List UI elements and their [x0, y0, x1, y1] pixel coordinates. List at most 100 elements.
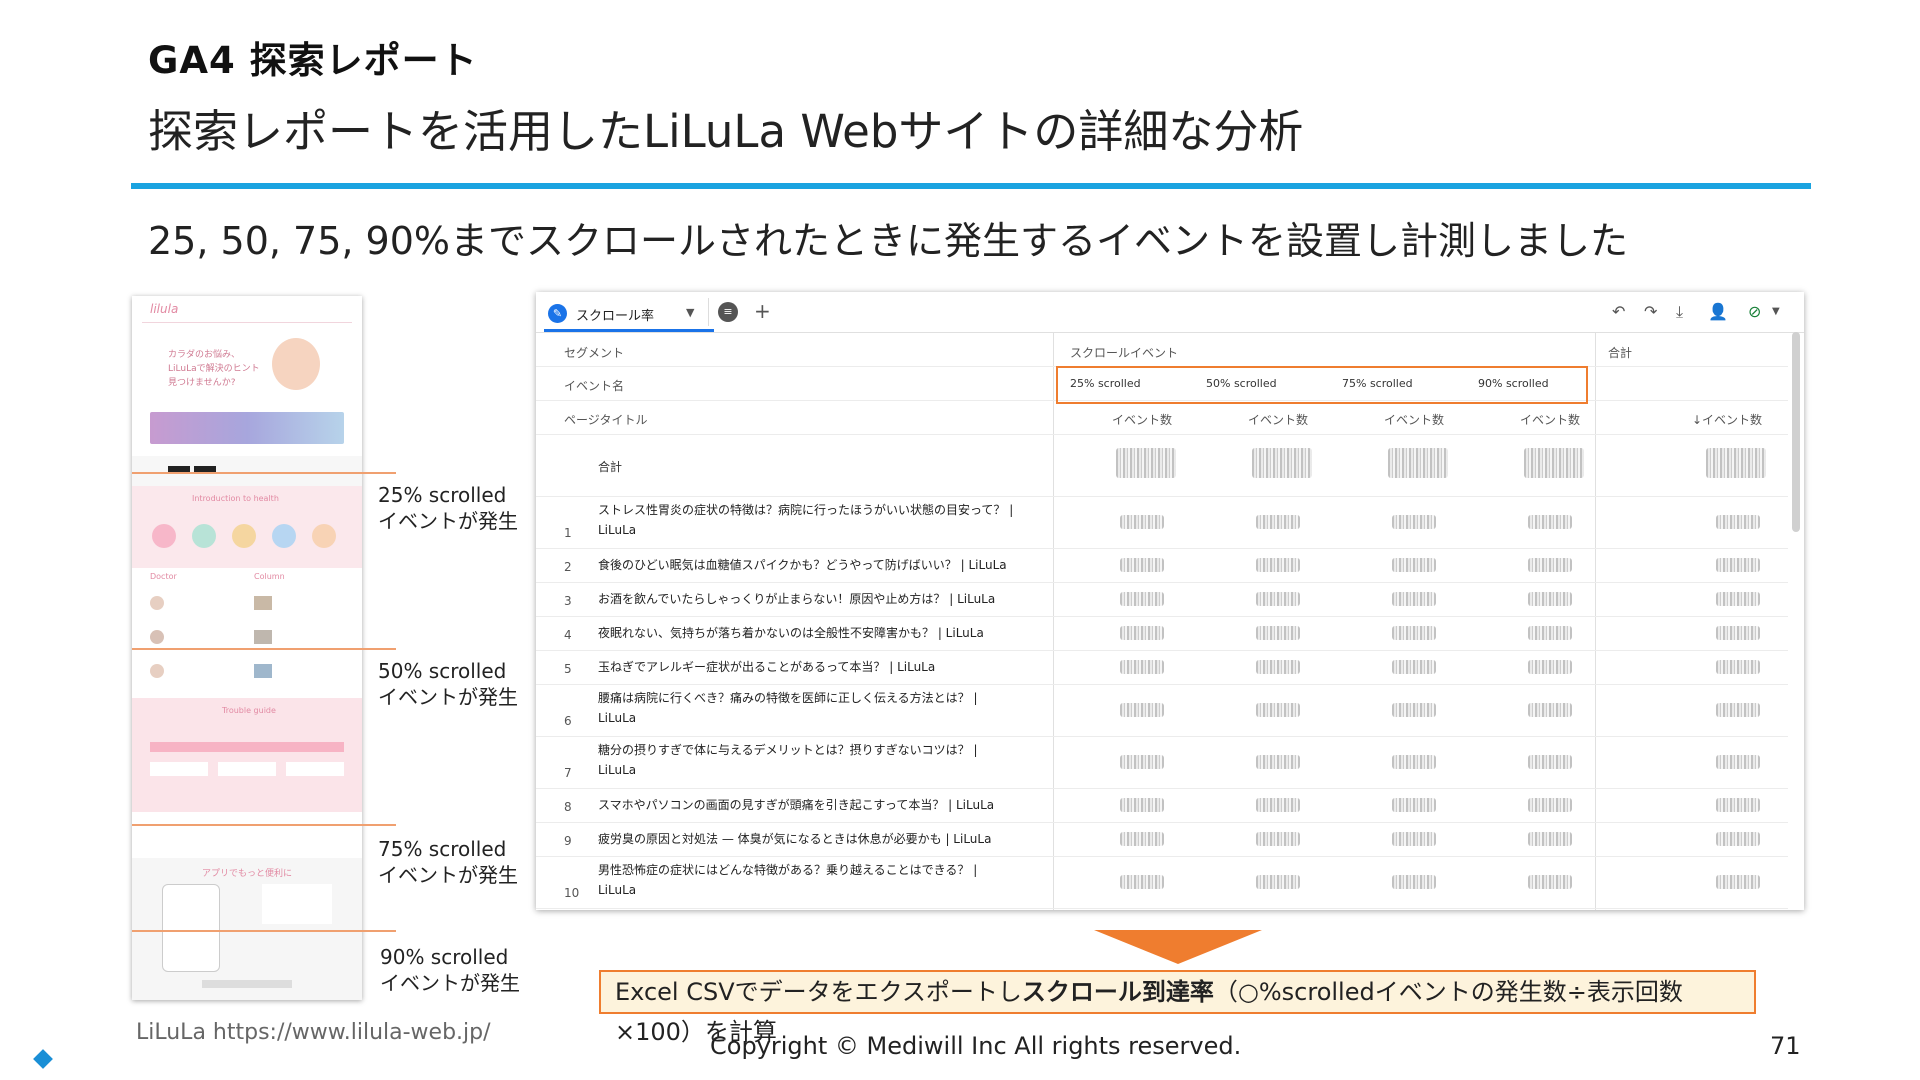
scroll-90-label: 90% scrolled イベントが発生 [380, 945, 520, 995]
redacted-value [1392, 703, 1436, 717]
redacted-value [1256, 703, 1300, 717]
redacted-value [1528, 875, 1572, 889]
redacted-value [1716, 703, 1760, 717]
page-title-cell[interactable]: 食後のひどい眠気は血糖値スパイクかも？どうやって防げばいい？ | LiLuLa [598, 555, 1018, 575]
redacted-value [1716, 798, 1760, 812]
tab-label: スクロール率 [576, 309, 655, 324]
redacted-value [1120, 626, 1164, 640]
redacted-value [1392, 832, 1436, 846]
metric-header-sorted[interactable]: ↓イベント数 [1692, 411, 1762, 428]
download-icon[interactable]: ⤓ [1676, 302, 1683, 322]
scroll-75-label: 75% scrolled イベントが発生 [378, 837, 518, 887]
row-number: 1 [564, 526, 572, 540]
redacted-value [1716, 592, 1760, 606]
tab-options-icon[interactable]: ≡ [718, 302, 738, 322]
check-circle-icon[interactable]: ⊘ [1748, 302, 1761, 321]
redacted-value [1120, 703, 1164, 717]
redacted-value [1716, 626, 1760, 640]
redacted-value [1120, 592, 1164, 606]
redacted-value [1256, 626, 1300, 640]
scroll-25-label: 25% scrolled イベントが発生 [378, 483, 518, 533]
scroll-90-line [132, 930, 396, 932]
redacted-value [1256, 660, 1300, 674]
total-group-label: 合計 [1608, 346, 1633, 360]
table-row[interactable]: 2 食後のひどい眠気は血糖値スパイクかも？どうやって防げばいい？ | LiLuLa [536, 548, 1788, 583]
table-row[interactable]: 3 お酒を飲んでいたらしゃっくりが止まらない！原因や止め方は？ | LiLuLa [536, 582, 1788, 617]
redacted-value [1256, 832, 1300, 846]
page-heading: GA4 探索レポート [148, 39, 478, 82]
chevron-down-icon[interactable]: ▼ [1772, 306, 1780, 317]
redacted-value [1528, 558, 1572, 572]
row-number: 7 [564, 766, 572, 780]
table-row[interactable]: 5 玉ねぎでアレルギー症状が出ることがあるって本当？ | LiLuLa [536, 650, 1788, 685]
redacted-value [1120, 515, 1164, 529]
redacted-value [1716, 832, 1760, 846]
redacted-value [1716, 558, 1760, 572]
page-title-cell[interactable]: スマホやパソコンの画面の見すぎが頭痛を引き起こすって本当？ | LiLuLa [598, 795, 1018, 815]
row-number: 6 [564, 714, 572, 728]
redacted-value [1716, 660, 1760, 674]
page-title-cell[interactable]: ストレス性胃炎の症状の特徴は？病院に行ったほうがいい状態の目安って？ | LiL… [598, 500, 1018, 540]
site-hero-text: カラダのお悩み、LiLuLaで解決のヒント見つけませんか? [168, 350, 260, 388]
redo-icon[interactable]: ↷ [1644, 302, 1657, 321]
redacted-value [1120, 660, 1164, 674]
redacted-value [1120, 875, 1164, 889]
page-title-cell[interactable]: 腰痛は病院に行くべき？痛みの特徴を医師に正しく伝える方法とは？ | LiLuLa [598, 688, 1018, 728]
diamond-bullet-icon [33, 1049, 53, 1069]
add-tab-icon[interactable]: + [754, 299, 771, 323]
redacted-value [1256, 798, 1300, 812]
site-app-section: アプリでもっと便利に [132, 858, 362, 1000]
scroll-events-highlight [1056, 366, 1588, 404]
hero-girl-image [272, 338, 320, 390]
redacted-value [1528, 703, 1572, 717]
redacted-value [1716, 755, 1760, 769]
table-scrollbar[interactable] [1792, 332, 1800, 532]
redacted-value [1392, 875, 1436, 889]
chevron-down-icon[interactable]: ▼ [686, 306, 694, 319]
metric-header[interactable]: イベント数 [1112, 411, 1172, 428]
row-number: 3 [564, 594, 572, 608]
site-trouble-section: Trouble guide [132, 698, 362, 812]
copyright: Copyright © Mediwill Inc All rights rese… [710, 1032, 1242, 1060]
page-title-header-row: ページタイトル イベント数 イベント数 イベント数 イベント数 ↓イベント数 [536, 400, 1788, 435]
redacted-value [1120, 832, 1164, 846]
page-title-cell[interactable]: 男性恐怖症の症状にはどんな特徴がある？乗り越えることはできる？ | LiLuLa [598, 860, 1018, 900]
redacted-value [1392, 755, 1436, 769]
table-row[interactable]: 7 糖分の摂りすぎで体に与えるデメリットとは？摂りすぎないコツは？ | LiLuL… [536, 736, 1788, 789]
redacted-value [1528, 755, 1572, 769]
site-app-strip [132, 456, 362, 486]
redacted-value [1392, 515, 1436, 529]
calculation-note: Excel CSVでデータをエクスポートしスクロール到達率（○%scrolled… [599, 970, 1756, 1046]
redacted-value [1120, 558, 1164, 572]
table-row[interactable]: 9 疲労臭の原因と対処法 — 体臭が気になるときは休息が必要かも | LiLuLa [536, 822, 1788, 857]
scroll-50-line [132, 648, 396, 650]
page-title-cell[interactable]: 疲労臭の原因と対処法 — 体臭が気になるときは休息が必要かも | LiLuLa [598, 829, 1018, 849]
page-number: 71 [1770, 1032, 1801, 1060]
scroll-75-line [132, 824, 396, 826]
page-title-cell[interactable]: 夜眠れない、気持ちが落ち着かないのは全般性不安障害かも？ | LiLuLa [598, 623, 1018, 643]
table-row[interactable]: 4 夜眠れない、気持ちが落ち着かないのは全般性不安障害かも？ | LiLuLa [536, 616, 1788, 651]
redacted-value [1528, 832, 1572, 846]
site-doctor-column-section: Doctor Column [132, 568, 362, 698]
redacted-value [1256, 875, 1300, 889]
redacted-value [1256, 755, 1300, 769]
page-title-cell[interactable]: 糖分の摂りすぎで体に与えるデメリットとは？摂りすぎないコツは？ | LiLuLa [598, 740, 1018, 780]
redacted-value [1528, 592, 1572, 606]
undo-icon[interactable]: ↶ [1612, 302, 1625, 321]
segment-row: セグメント スクロールイベント 合計 [536, 332, 1788, 367]
metric-header[interactable]: イベント数 [1384, 411, 1444, 428]
metric-header[interactable]: イベント数 [1520, 411, 1580, 428]
table-row[interactable]: 1 ストレス性胃炎の症状の特徴は？病院に行ったほうがいい状態の目安って？ | Li… [536, 496, 1788, 549]
site-intro-section: Introduction to health [132, 486, 362, 568]
page-title-cell[interactable]: 玉ねぎでアレルギー症状が出ることがあるって本当？ | LiLuLa [598, 657, 1018, 677]
share-user-icon[interactable]: 👤 [1708, 302, 1728, 321]
table-row[interactable]: 10 男性恐怖症の症状にはどんな特徴がある？乗り越えることはできる？ | LiLu… [536, 856, 1788, 909]
scroll-50-label: 50% scrolled イベントが発生 [378, 659, 518, 709]
table-row[interactable]: 8 スマホやパソコンの画面の見すぎが頭痛を引き起こすって本当？ | LiLuLa [536, 788, 1788, 823]
header-divider [131, 183, 1811, 189]
tab-scroll-rate[interactable]: ✎ スクロール率 ▼ [544, 298, 714, 332]
table-row[interactable]: 6 腰痛は病院に行くべき？痛みの特徴を医師に正しく伝える方法とは？ | LiLuL… [536, 684, 1788, 737]
page-title-cell[interactable]: お酒を飲んでいたらしゃっくりが止まらない！原因や止め方は？ | LiLuLa [598, 589, 1018, 609]
metric-header[interactable]: イベント数 [1248, 411, 1308, 428]
redacted-value [1392, 660, 1436, 674]
